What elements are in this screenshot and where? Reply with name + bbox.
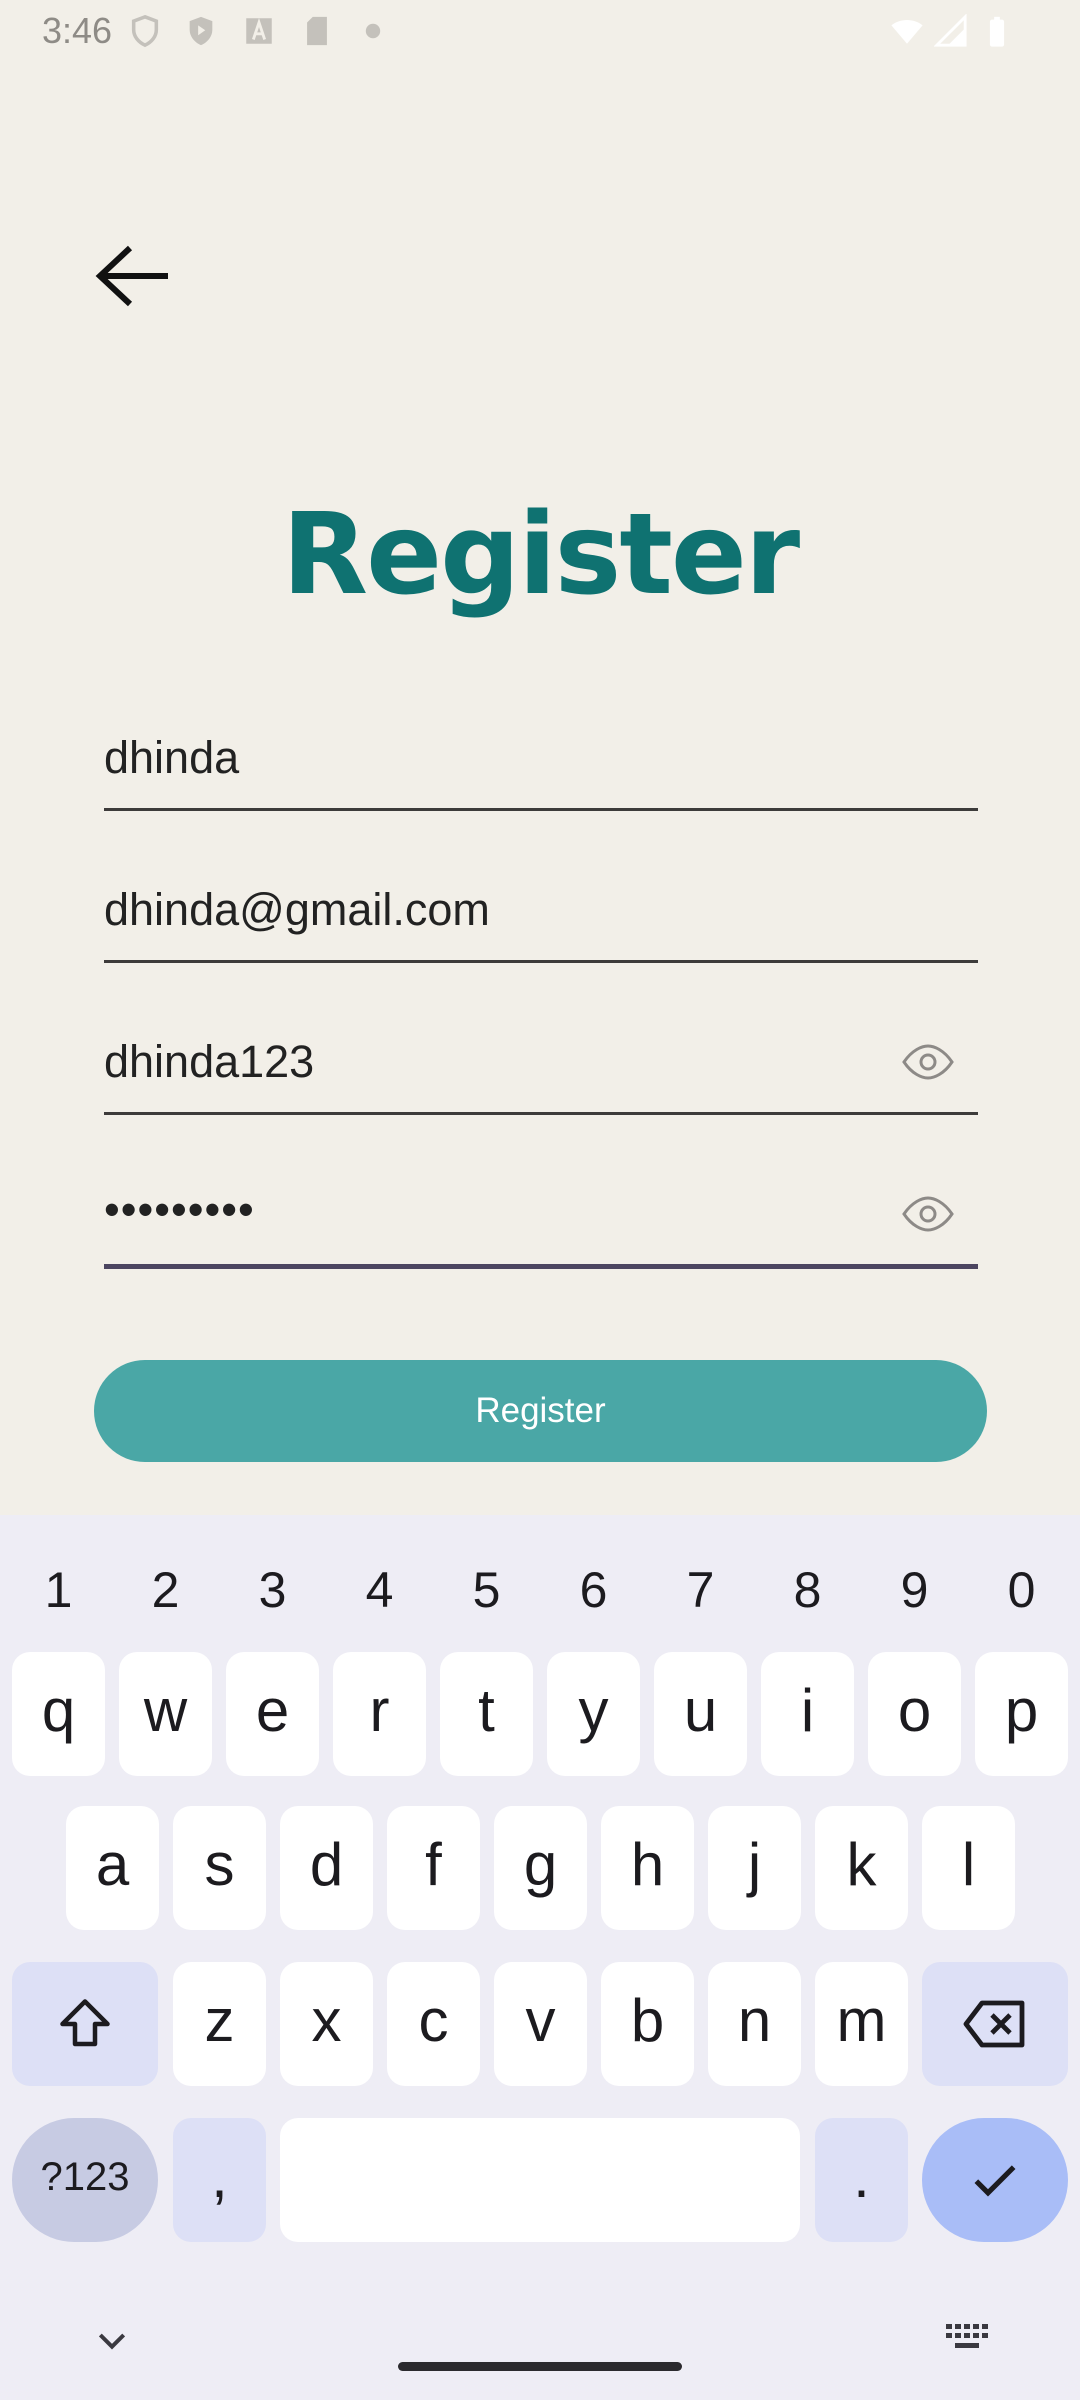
key-o[interactable]: o: [868, 1652, 961, 1776]
key-c[interactable]: c: [387, 1962, 480, 2086]
key-u[interactable]: u: [654, 1652, 747, 1776]
key-n[interactable]: n: [708, 1962, 801, 2086]
symbols-key[interactable]: ?123: [12, 2118, 158, 2242]
key-e[interactable]: e: [226, 1652, 319, 1776]
key-3[interactable]: 3: [219, 1535, 326, 1645]
key-r[interactable]: r: [333, 1652, 426, 1776]
email-value: dhinda@gmail.com: [104, 884, 490, 935]
key-5[interactable]: 5: [433, 1535, 540, 1645]
dot-icon: [365, 23, 381, 39]
soft-keyboard: 1 2 3 4 5 6 7 8 9 0 q w e r t y u i o p …: [0, 1515, 1080, 2400]
key-v[interactable]: v: [494, 1962, 587, 2086]
register-button[interactable]: Register: [94, 1360, 987, 1462]
signal-icon: [934, 14, 967, 47]
key-b[interactable]: b: [601, 1962, 694, 2086]
key-8[interactable]: 8: [754, 1535, 861, 1645]
key-2[interactable]: 2: [112, 1535, 219, 1645]
keyboard-switch-icon[interactable]: [944, 2322, 994, 2354]
key-f[interactable]: f: [387, 1806, 480, 1930]
hide-keyboard-chevron-icon[interactable]: [92, 2320, 132, 2360]
key-l[interactable]: l: [922, 1806, 1015, 1930]
key-0[interactable]: 0: [968, 1535, 1075, 1645]
shield-icon: [131, 14, 159, 48]
gesture-nav-bar[interactable]: [398, 2362, 682, 2371]
status-time: 3:46: [42, 10, 113, 51]
eye-icon[interactable]: [902, 1194, 954, 1234]
period-key[interactable]: .: [815, 2118, 908, 2242]
key-m[interactable]: m: [815, 1962, 908, 2086]
space-key[interactable]: [280, 2118, 800, 2242]
check-icon: [974, 2165, 1016, 2197]
key-d[interactable]: d: [280, 1806, 373, 1930]
status-bar: 3:46: [0, 0, 1080, 62]
key-p[interactable]: p: [975, 1652, 1068, 1776]
sd-card-icon: [307, 16, 327, 46]
key-6[interactable]: 6: [540, 1535, 647, 1645]
backspace-key[interactable]: [922, 1962, 1068, 2086]
play-protect-icon: [189, 16, 213, 46]
key-4[interactable]: 4: [326, 1535, 433, 1645]
key-j[interactable]: j: [708, 1806, 801, 1930]
key-z[interactable]: z: [173, 1962, 266, 2086]
back-button[interactable]: [82, 228, 182, 328]
key-a[interactable]: a: [66, 1806, 159, 1930]
key-7[interactable]: 7: [647, 1535, 754, 1645]
comma-key[interactable]: ,: [173, 2118, 266, 2242]
key-h[interactable]: h: [601, 1806, 694, 1930]
username-field[interactable]: dhinda: [104, 720, 978, 811]
key-k[interactable]: k: [815, 1806, 908, 1930]
enter-key[interactable]: [922, 2118, 1068, 2242]
font-icon: [246, 18, 272, 44]
eye-icon[interactable]: [902, 1042, 954, 1082]
key-w[interactable]: w: [119, 1652, 212, 1776]
key-y[interactable]: y: [547, 1652, 640, 1776]
shift-icon: [60, 1999, 110, 2047]
key-g[interactable]: g: [494, 1806, 587, 1930]
password-value: dhinda123: [104, 1036, 315, 1087]
key-1[interactable]: 1: [5, 1535, 112, 1645]
password-field[interactable]: dhinda123: [104, 1024, 978, 1115]
arrow-back-icon: [95, 245, 168, 307]
key-i[interactable]: i: [761, 1652, 854, 1776]
wifi-icon: [891, 20, 923, 44]
shift-key[interactable]: [12, 1962, 158, 2086]
confirm-password-field[interactable]: •••••••••: [104, 1176, 978, 1269]
battery-icon: [989, 16, 1005, 47]
key-9[interactable]: 9: [861, 1535, 968, 1645]
key-x[interactable]: x: [280, 1962, 373, 2086]
key-q[interactable]: q: [12, 1652, 105, 1776]
key-s[interactable]: s: [173, 1806, 266, 1930]
confirm-password-value: •••••••••: [104, 1184, 255, 1235]
backspace-icon: [963, 2000, 1025, 2048]
page-title: Register: [281, 490, 800, 620]
key-t[interactable]: t: [440, 1652, 533, 1776]
username-value: dhinda: [104, 732, 240, 783]
email-field[interactable]: dhinda@gmail.com: [104, 872, 978, 963]
